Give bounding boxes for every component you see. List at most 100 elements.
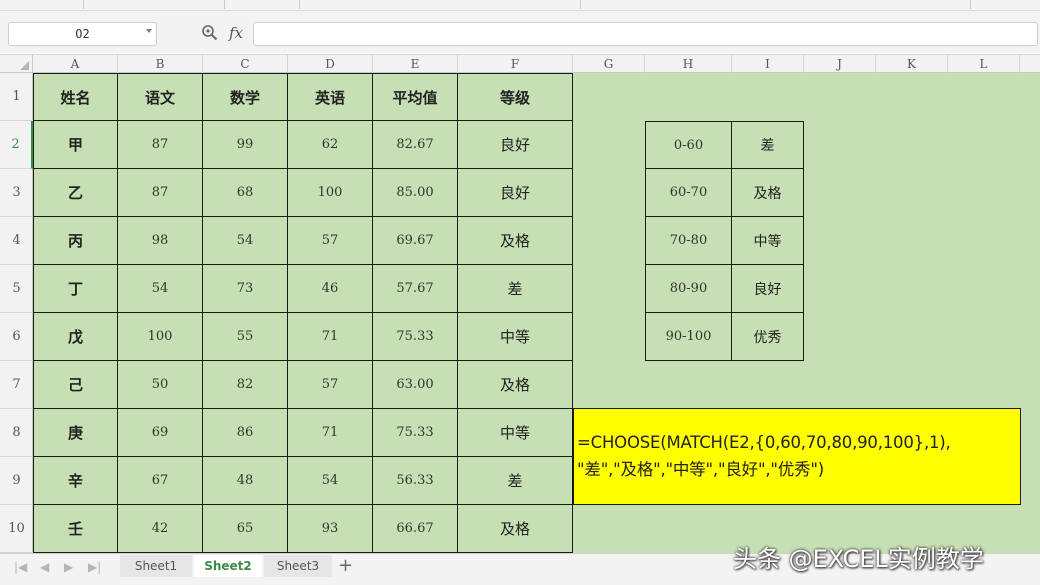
table-cell-english[interactable]: 54 <box>288 457 373 505</box>
row-header-10[interactable]: 10 <box>0 505 33 553</box>
row-header-2[interactable]: 2 <box>0 121 33 169</box>
column-header-c[interactable]: C <box>203 55 288 73</box>
select-all-corner[interactable] <box>0 55 33 73</box>
table-cell-name[interactable]: 辛 <box>33 457 118 505</box>
column-header-a[interactable]: A <box>33 55 118 73</box>
table-cell-english[interactable]: 71 <box>288 313 373 361</box>
lookup-grade-cell[interactable]: 及格 <box>732 169 804 217</box>
lookup-range-cell[interactable]: 80-90 <box>645 265 732 313</box>
row-header-6[interactable]: 6 <box>0 313 33 361</box>
table-cell-chinese[interactable]: 54 <box>118 265 203 313</box>
column-header-f[interactable]: F <box>458 55 573 73</box>
table-cell-english[interactable]: 57 <box>288 217 373 265</box>
sheet-tab-sheet1[interactable]: Sheet1 <box>120 555 192 577</box>
table-cell-name[interactable]: 戊 <box>33 313 118 361</box>
column-header-l[interactable]: L <box>948 55 1020 73</box>
fx-icon[interactable]: fx <box>229 22 243 44</box>
header-cell-chinese[interactable]: 语文 <box>118 73 203 121</box>
table-cell-english[interactable]: 93 <box>288 505 373 553</box>
table-cell-name[interactable]: 乙 <box>33 169 118 217</box>
table-cell-grade[interactable]: 良好 <box>458 169 573 217</box>
sheet-tab-sheet3[interactable]: Sheet3 <box>264 555 332 577</box>
table-cell-grade[interactable]: 中等 <box>458 313 573 361</box>
column-header-b[interactable]: B <box>118 55 203 73</box>
table-cell-average[interactable]: 57.67 <box>373 265 458 313</box>
table-cell-grade[interactable]: 差 <box>458 265 573 313</box>
table-cell-name[interactable]: 庚 <box>33 409 118 457</box>
table-cell-average[interactable]: 69.67 <box>373 217 458 265</box>
table-cell-math[interactable]: 73 <box>203 265 288 313</box>
lookup-grade-cell[interactable]: 差 <box>732 121 804 169</box>
table-cell-english[interactable]: 100 <box>288 169 373 217</box>
lookup-range-cell[interactable]: 60-70 <box>645 169 732 217</box>
spreadsheet-grid[interactable]: 姓名 语文 数学 英语 平均值 等级甲 87 99 62 82.67 良好乙 87 68 100 85.00… <box>33 73 1040 553</box>
column-header-j[interactable]: J <box>804 55 876 73</box>
table-cell-chinese[interactable]: 87 <box>118 121 203 169</box>
last-sheet-icon[interactable]: ▶| <box>88 560 101 574</box>
header-cell-average[interactable]: 平均值 <box>373 73 458 121</box>
lookup-grade-cell[interactable]: 良好 <box>732 265 804 313</box>
table-cell-math[interactable]: 65 <box>203 505 288 553</box>
lookup-range-cell[interactable]: 70-80 <box>645 217 732 265</box>
table-cell-name[interactable]: 丁 <box>33 265 118 313</box>
name-box-dropdown-icon[interactable] <box>146 29 152 33</box>
column-header-h[interactable]: H <box>645 55 732 73</box>
table-cell-name[interactable]: 壬 <box>33 505 118 553</box>
column-header-k[interactable]: K <box>876 55 948 73</box>
row-header-3[interactable]: 3 <box>0 169 33 217</box>
table-cell-average[interactable]: 56.33 <box>373 457 458 505</box>
column-header-i[interactable]: I <box>732 55 804 73</box>
prev-sheet-icon[interactable]: ◀ <box>40 560 49 574</box>
sheet-tab-sheet2[interactable]: Sheet2 <box>194 555 262 577</box>
row-header-7[interactable]: 7 <box>0 361 33 409</box>
table-cell-math[interactable]: 55 <box>203 313 288 361</box>
table-cell-chinese[interactable]: 100 <box>118 313 203 361</box>
table-cell-average[interactable]: 66.67 <box>373 505 458 553</box>
table-cell-grade[interactable]: 及格 <box>458 505 573 553</box>
table-cell-chinese[interactable]: 98 <box>118 217 203 265</box>
first-sheet-icon[interactable]: |◀ <box>14 560 27 574</box>
table-cell-chinese[interactable]: 69 <box>118 409 203 457</box>
table-cell-grade[interactable]: 及格 <box>458 217 573 265</box>
table-cell-english[interactable]: 71 <box>288 409 373 457</box>
zoom-icon[interactable] <box>201 24 219 42</box>
header-cell-name[interactable]: 姓名 <box>33 73 118 121</box>
table-cell-average[interactable]: 63.00 <box>373 361 458 409</box>
row-header-9[interactable]: 9 <box>0 457 33 505</box>
table-cell-math[interactable]: 86 <box>203 409 288 457</box>
header-cell-grade[interactable]: 等级 <box>458 73 573 121</box>
column-header-g[interactable]: G <box>573 55 645 73</box>
name-box[interactable]: O2 <box>8 22 157 46</box>
table-cell-chinese[interactable]: 87 <box>118 169 203 217</box>
table-cell-math[interactable]: 68 <box>203 169 288 217</box>
row-header-5[interactable]: 5 <box>0 265 33 313</box>
lookup-grade-cell[interactable]: 优秀 <box>732 313 804 361</box>
table-cell-average[interactable]: 82.67 <box>373 121 458 169</box>
header-cell-english[interactable]: 英语 <box>288 73 373 121</box>
table-cell-english[interactable]: 62 <box>288 121 373 169</box>
row-header-1[interactable]: 1 <box>0 73 33 121</box>
lookup-grade-cell[interactable]: 中等 <box>732 217 804 265</box>
table-cell-average[interactable]: 85.00 <box>373 169 458 217</box>
next-sheet-icon[interactable]: ▶ <box>64 560 73 574</box>
table-cell-name[interactable]: 丙 <box>33 217 118 265</box>
table-cell-grade[interactable]: 差 <box>458 457 573 505</box>
table-cell-average[interactable]: 75.33 <box>373 409 458 457</box>
table-cell-math[interactable]: 82 <box>203 361 288 409</box>
header-cell-math[interactable]: 数学 <box>203 73 288 121</box>
add-sheet-button[interactable]: + <box>338 554 353 578</box>
table-cell-math[interactable]: 99 <box>203 121 288 169</box>
table-cell-chinese[interactable]: 42 <box>118 505 203 553</box>
table-cell-chinese[interactable]: 67 <box>118 457 203 505</box>
table-cell-math[interactable]: 48 <box>203 457 288 505</box>
lookup-range-cell[interactable]: 0-60 <box>645 121 732 169</box>
formula-note-cell[interactable]: =CHOOSE(MATCH(E2,{0,60,70,80,90,100},1),… <box>573 408 1021 505</box>
table-cell-english[interactable]: 46 <box>288 265 373 313</box>
table-cell-average[interactable]: 75.33 <box>373 313 458 361</box>
column-header-d[interactable]: D <box>288 55 373 73</box>
column-header-e[interactable]: E <box>373 55 458 73</box>
table-cell-english[interactable]: 57 <box>288 361 373 409</box>
table-cell-name[interactable]: 甲 <box>33 121 118 169</box>
table-cell-math[interactable]: 54 <box>203 217 288 265</box>
table-cell-chinese[interactable]: 50 <box>118 361 203 409</box>
